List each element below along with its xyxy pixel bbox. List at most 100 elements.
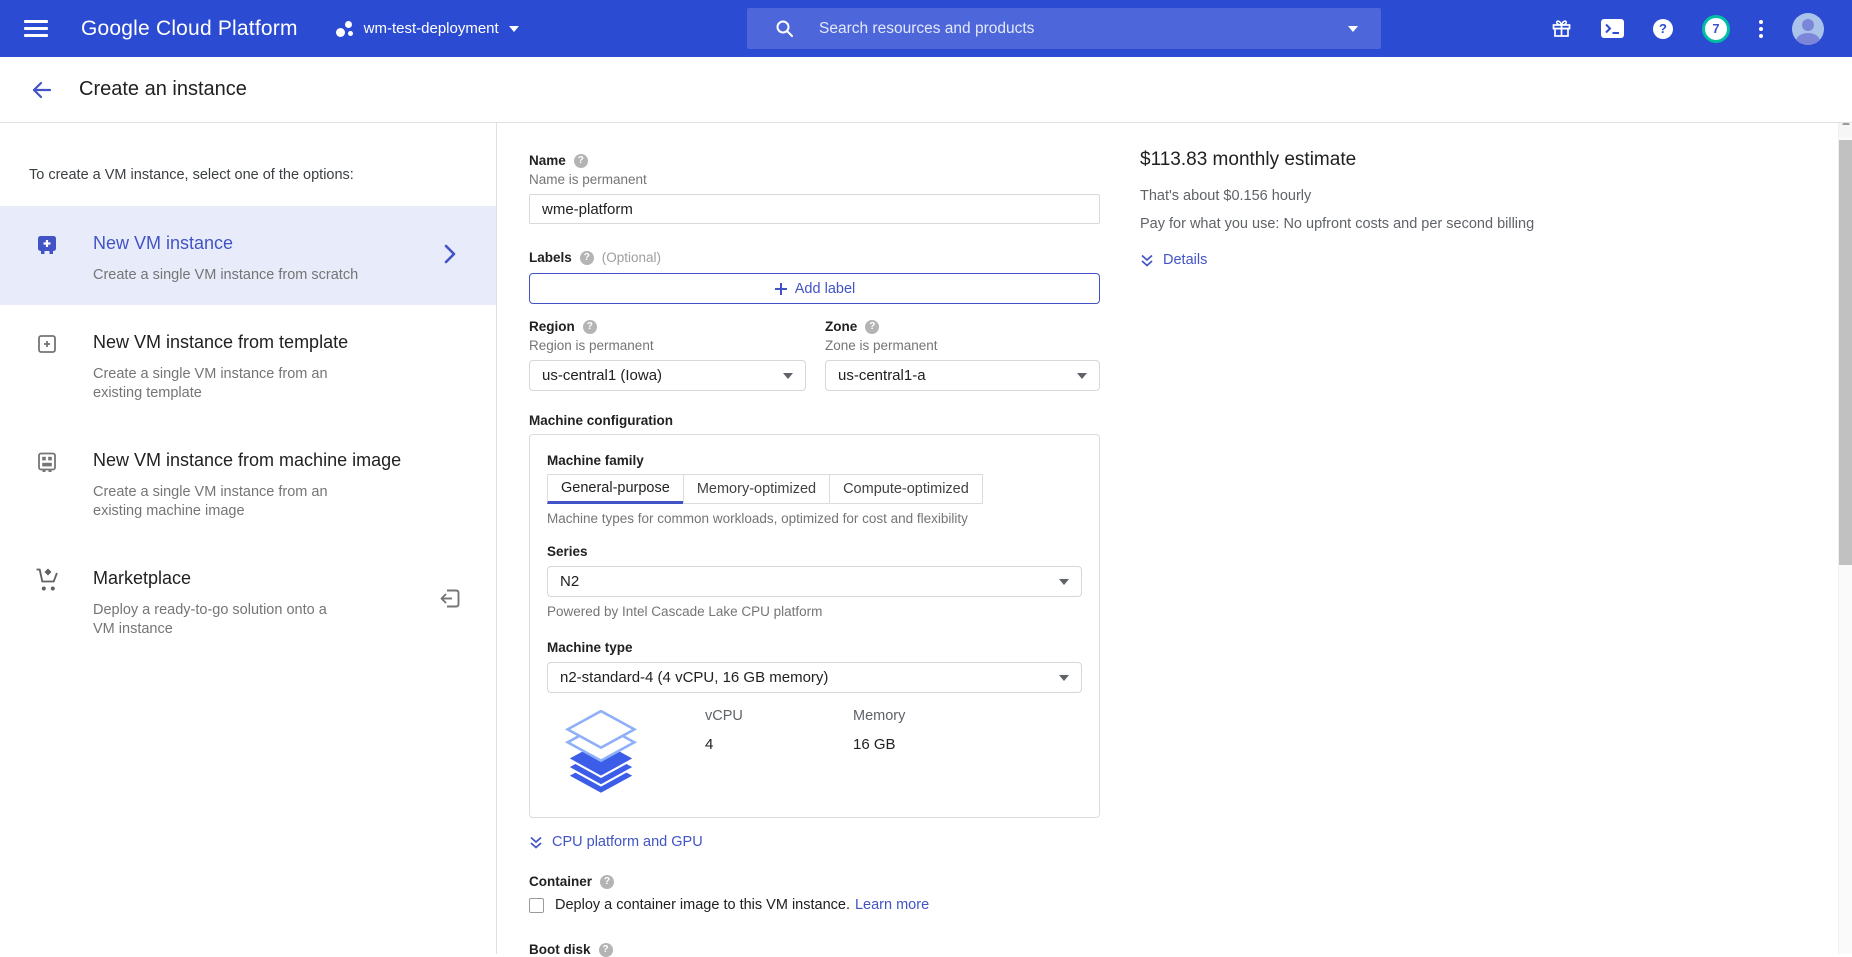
machine-type-value: n2-standard-4 (4 vCPU, 16 GB memory) [560,669,828,686]
zone-select[interactable]: us-central1-a [825,360,1100,391]
machine-family-hint: Machine types for common workloads, opti… [547,511,1082,526]
hourly-estimate-text: That's about $0.156 hourly [1140,188,1720,204]
project-icon [335,19,355,39]
name-hint: Name is permanent [529,172,1100,187]
memory-value: 16 GB [853,736,1001,753]
series-label: Series [547,544,1082,559]
search-icon [775,19,794,38]
name-input[interactable] [529,194,1100,224]
tab-memory-optimized[interactable]: Memory-optimized [683,474,830,504]
layers-icon [562,710,640,794]
page-title: Create an instance [79,78,247,101]
labels-label: Labels [529,250,572,265]
cost-estimate-panel: $113.83 monthly estimate That's about $0… [1140,123,1720,268]
machine-family-label: Machine family [547,453,1082,468]
labels-optional: (Optional) [602,250,661,265]
sidebar-intro: To create a VM instance, select one of t… [0,123,496,183]
expand-more-icon [529,835,543,850]
exit-to-app-icon [439,587,462,610]
help-icon[interactable]: ? [1653,19,1673,39]
series-select[interactable]: N2 [547,566,1082,597]
search-input[interactable] [819,20,1338,38]
search-dropdown-icon[interactable] [1348,26,1358,32]
zone-help-icon[interactable]: ? [865,320,879,334]
app-header: Google Cloud Platform wm-test-deployment… [0,0,1852,57]
deploy-container-text: Deploy a container image to this VM inst… [555,897,850,913]
series-hint: Powered by Intel Cascade Lake CPU platfo… [547,604,1082,619]
deploy-container-checkbox[interactable] [529,898,544,913]
menu-icon[interactable] [24,20,48,37]
machine-type-select[interactable]: n2-standard-4 (4 vCPU, 16 GB memory) [547,662,1082,693]
details-link[interactable]: Details [1140,252,1207,268]
billing-note-text: Pay for what you use: No upfront costs a… [1140,216,1720,232]
memory-label: Memory [853,708,1001,724]
sidebar-item-title: New VM instance [93,232,438,255]
marketplace-cart-icon [35,568,61,593]
labels-help-icon[interactable]: ? [580,251,594,265]
expand-more-icon [1140,253,1154,268]
series-value: N2 [560,573,579,590]
machine-configuration-box: Machine family General-purpose Memory-op… [529,434,1100,818]
sidebar-item-new-vm-from-template[interactable]: New VM instance from template Create a s… [0,305,496,423]
machine-type-label: Machine type [547,640,1082,655]
search-bar[interactable] [747,8,1381,49]
machine-configuration-label: Machine configuration [529,413,1100,428]
chevron-down-icon [783,373,793,379]
plus-icon [774,282,788,296]
cloud-shell-icon[interactable] [1601,19,1624,38]
sidebar-item-description: Deploy a ready-to-go solution onto a VM … [93,601,343,640]
boot-disk-label: Boot disk [529,942,591,957]
container-help-icon[interactable]: ? [600,875,614,889]
tab-compute-optimized[interactable]: Compute-optimized [829,474,983,504]
vm-instance-icon [35,233,59,257]
sidebar-item-new-vm-from-machine-image[interactable]: New VM instance from machine image Creat… [0,423,496,541]
header-icons: ? 7 [1551,0,1824,57]
page-title-bar: Create an instance [0,57,1852,123]
sidebar-item-description: Create a single VM instance from an exis… [93,365,343,404]
avatar[interactable] [1792,13,1824,45]
add-label-text: Add label [795,281,855,297]
more-options-icon[interactable] [1759,20,1763,38]
zone-label: Zone [825,319,857,334]
machine-family-tabs: General-purpose Memory-optimized Compute… [547,474,1082,504]
sidebar-item-marketplace[interactable]: Marketplace Deploy a ready-to-go solutio… [0,541,496,659]
name-help-icon[interactable]: ? [574,154,588,168]
region-label: Region [529,319,575,334]
sidebar-item-new-vm-instance[interactable]: New VM instance Create a single VM insta… [0,206,496,305]
learn-more-link[interactable]: Learn more [855,897,929,913]
boot-disk-help-icon[interactable]: ? [599,943,613,957]
machine-image-icon [35,450,59,474]
monthly-estimate-title: $113.83 monthly estimate [1140,149,1720,171]
tab-general-purpose[interactable]: General-purpose [547,474,684,504]
details-text: Details [1163,252,1207,268]
cpu-platform-gpu-link[interactable]: CPU platform and GPU [529,834,703,850]
machine-spec-summary: vCPU 4 Memory 16 GB [547,693,1082,817]
region-hint: Region is permanent [529,338,806,353]
project-selector[interactable]: wm-test-deployment [335,19,519,39]
project-name: wm-test-deployment [364,20,499,37]
name-label: Name [529,153,566,168]
region-help-icon[interactable]: ? [583,320,597,334]
vcpu-value: 4 [705,736,853,753]
zone-hint: Zone is permanent [825,338,1100,353]
chevron-down-icon [1077,373,1087,379]
vcpu-label: vCPU [705,708,853,724]
vertical-scrollbar[interactable] [1838,107,1852,954]
cpu-platform-gpu-text: CPU platform and GPU [552,834,703,850]
region-value: us-central1 (Iowa) [542,367,662,384]
sidebar-item-title: Marketplace [93,567,438,590]
sidebar-item-description: Create a single VM instance from scratch [93,266,456,286]
back-arrow-icon[interactable] [29,78,53,102]
zone-value: us-central1-a [838,367,926,384]
vm-template-icon [35,332,59,356]
gift-icon[interactable] [1551,18,1572,39]
scrollbar-thumb[interactable] [1839,140,1852,565]
chevron-down-icon [1059,675,1069,681]
notifications-badge[interactable]: 7 [1702,15,1730,43]
sidebar-item-description: Create a single VM instance from an exis… [93,483,343,522]
region-select[interactable]: us-central1 (Iowa) [529,360,806,391]
notification-count: 7 [1712,21,1719,36]
container-label: Container [529,874,592,889]
add-label-button[interactable]: Add label [529,273,1100,304]
chevron-down-icon [1059,579,1069,585]
